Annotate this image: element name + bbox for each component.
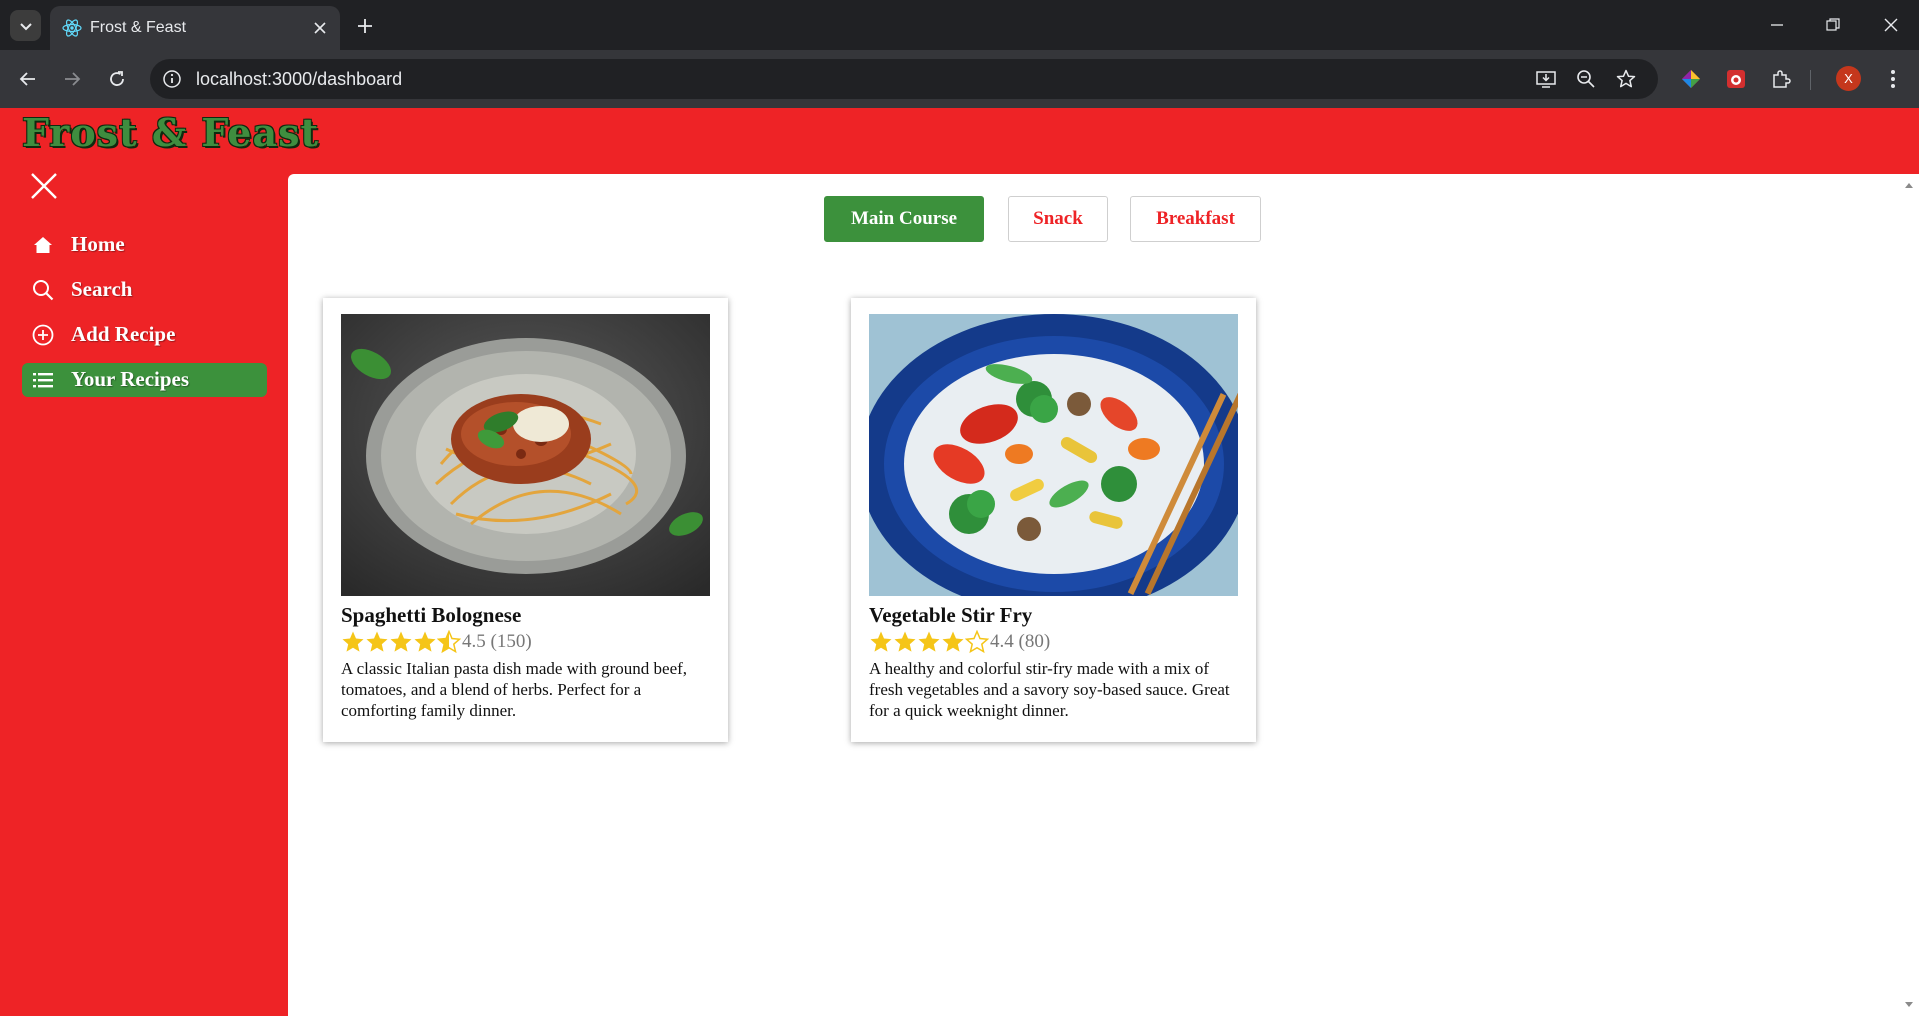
rating-value: 4.4 (80) [990,631,1051,652]
recipe-description: A classic Italian pasta dish made with g… [341,659,688,720]
home-icon [34,237,52,253]
browser-tab-bar: Frost & Feast [0,0,1919,50]
back-arrow-icon[interactable] [14,65,42,93]
browser-tab[interactable]: Frost & Feast [50,6,340,50]
recipe-card[interactable]: Vegetable Stir Fry 4.4 (80) A healthy an… [851,298,1256,742]
rating-value: 4.5 (150) [462,631,532,652]
recipe-card[interactable]: Spaghetti Bolognese 4.5 (150) A classic … [323,298,728,742]
sidebar-nav: Home Search Add Recipe Your Recipes [22,228,267,408]
search-icon [33,280,54,301]
star-empty-icon [965,630,989,654]
browser-toolbar: localhost:3000/dashboard X [0,50,1919,108]
brand-logo[interactable]: Frost & Feast [22,110,319,155]
page-scrollbar[interactable] [1899,174,1919,1016]
site-info-icon[interactable] [162,69,182,89]
star-full-icon [870,631,892,652]
star-half-icon [437,630,461,654]
url-text: localhost:3000/dashboard [196,69,403,89]
recipe-rating: 4.5 (150) [341,629,532,655]
category-snack-button[interactable]: Snack [1008,196,1108,242]
sidebar-item-home[interactable]: Home [22,228,267,262]
bug-extension-icon[interactable] [1722,65,1750,93]
close-sidebar-icon[interactable] [28,170,62,204]
recipe-image-spaghetti[interactable] [341,314,710,596]
restore-icon[interactable] [1820,12,1846,38]
sidebar-item-add-recipe[interactable]: Add Recipe [22,318,267,352]
forward-arrow-icon[interactable] [58,65,86,93]
sidebar-item-label: Search [71,277,133,301]
window-close-icon[interactable] [1878,12,1904,38]
tab-search-button[interactable] [10,10,41,41]
scroll-up-icon[interactable] [1899,176,1919,196]
zoom-out-icon[interactable] [1574,67,1598,91]
toolbar-separator [1810,70,1811,90]
star-full-icon [342,631,364,652]
new-tab-plus-icon[interactable] [352,13,378,39]
scroll-down-icon[interactable] [1899,994,1919,1014]
menu-kebab-icon[interactable] [1879,65,1907,93]
star-full-icon [414,631,436,652]
star-full-icon [366,631,388,652]
list-icon [33,373,53,388]
star-full-icon [894,631,916,652]
star-full-icon [918,631,940,652]
chevron-down-icon [19,22,32,30]
main-content: Main Course Snack Breakfast Spaghetti Bo… [288,174,1899,1016]
recipe-title: Vegetable Stir Fry [869,603,1033,627]
color-extension-icon[interactable] [1677,65,1705,93]
react-icon [62,19,82,37]
category-breakfast-button[interactable]: Breakfast [1130,196,1261,242]
bookmark-star-icon[interactable] [1614,67,1638,91]
address-bar[interactable]: localhost:3000/dashboard [150,59,1658,99]
star-full-icon [942,631,964,652]
install-app-icon[interactable] [1534,67,1558,91]
tab-close-icon[interactable] [310,18,330,38]
recipe-description: A healthy and colorful stir-fry made wit… [869,659,1230,720]
recipe-rating: 4.4 (80) [869,629,1050,655]
sidebar-item-label: Add Recipe [71,322,176,346]
sidebar-item-label: Your Recipes [71,367,190,391]
page-viewport: Frost & Feast Home Search Add Recipe You… [0,108,1919,1016]
tab-title: Frost & Feast [90,19,187,36]
star-full-icon [390,631,412,652]
sidebar-item-your-recipes[interactable]: Your Recipes [22,363,267,397]
reload-icon[interactable] [103,65,131,93]
minimize-icon[interactable] [1764,12,1790,38]
sidebar-item-label: Home [71,232,125,256]
add-circle-icon [32,324,54,346]
extensions-puzzle-icon[interactable] [1767,65,1795,93]
category-main-course-button[interactable]: Main Course [824,196,984,242]
recipe-title: Spaghetti Bolognese [341,603,522,627]
profile-avatar[interactable]: X [1836,66,1861,91]
sidebar-item-search[interactable]: Search [22,273,267,307]
recipe-image-stir-fry[interactable] [869,314,1238,596]
